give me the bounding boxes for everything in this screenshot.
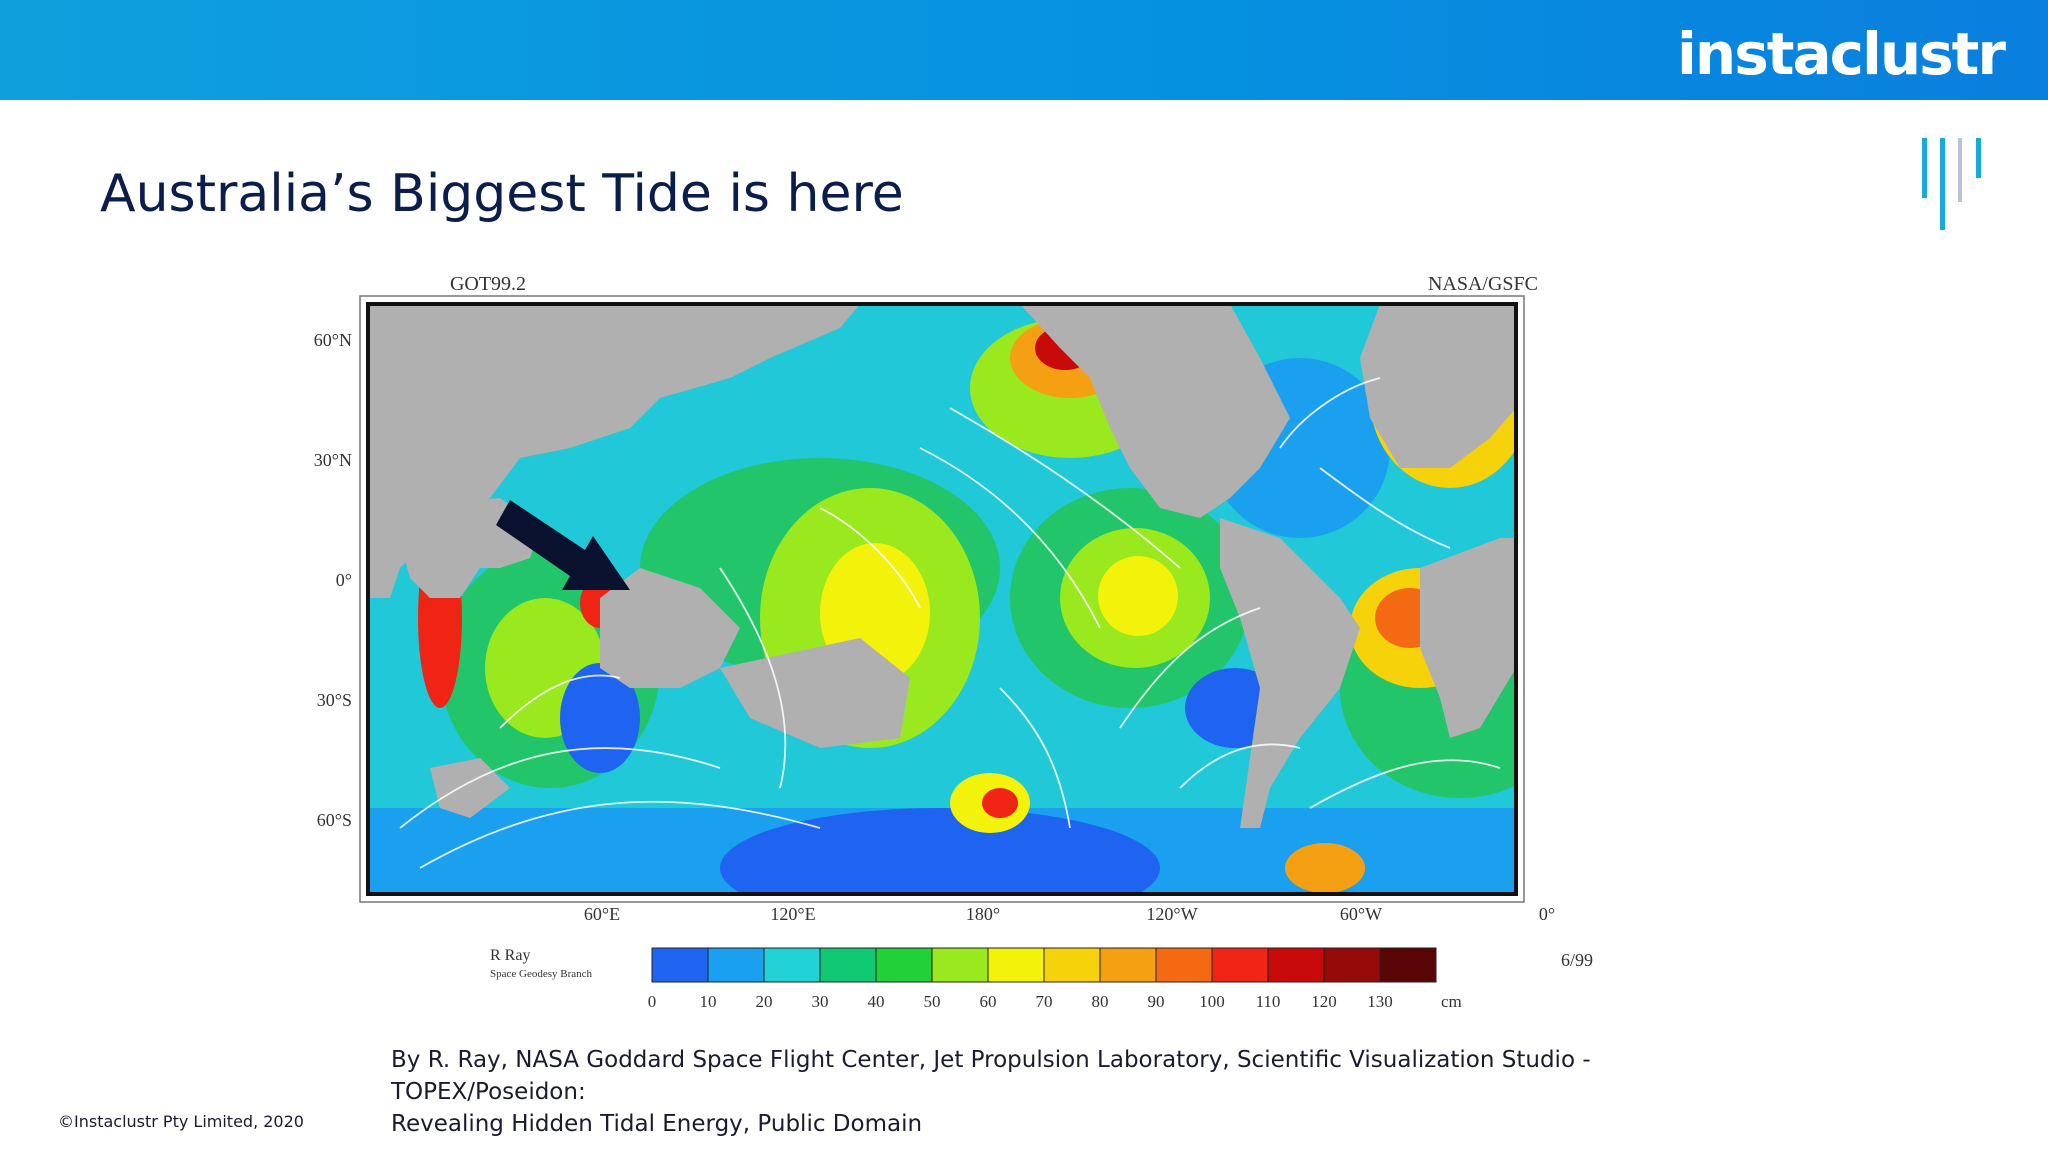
- legend-tick-label: 20: [756, 992, 773, 1008]
- legend-tick-label: 40: [868, 992, 885, 1008]
- legend-tick-label: 120: [1311, 992, 1337, 1008]
- legend-swatch: [931, 947, 989, 983]
- copyright-footer: ©Instaclustr Pty Limited, 2020: [58, 1112, 304, 1131]
- legend-tick-label: 0: [648, 992, 657, 1008]
- author-dept-label: Space Geodesy Branch: [490, 968, 593, 980]
- legend-swatch: [1043, 947, 1101, 983]
- caption-line: Revealing Hidden Tidal Energy, Public Do…: [391, 1111, 923, 1137]
- legend-unit-label: cm: [1441, 992, 1462, 1008]
- lon-label: 0°: [1539, 904, 1555, 924]
- legend-swatch: [1211, 947, 1269, 983]
- legend-tick-label: 50: [924, 992, 941, 1008]
- legend-swatch: [1323, 947, 1381, 983]
- lat-label: 60°S: [317, 810, 352, 830]
- lon-label: 180°: [966, 904, 1000, 924]
- legend-swatch: [763, 947, 821, 983]
- legend-swatch: [1267, 947, 1325, 983]
- legend-swatch: [1155, 947, 1213, 983]
- header-bar: instaclustr: [0, 0, 2048, 100]
- lat-label: 30°S: [317, 690, 352, 710]
- legend-swatch: [987, 947, 1045, 983]
- lat-label: 30°N: [314, 450, 352, 470]
- legend-tick-label: 70: [1036, 992, 1053, 1008]
- caption-line: By R. Ray, NASA Goddard Space Flight Cen…: [391, 1047, 1591, 1105]
- lon-label: 120°W: [1146, 904, 1197, 924]
- legend-swatch: [1099, 947, 1157, 983]
- legend-tick-label: 60: [980, 992, 997, 1008]
- date-label: 6/99: [1561, 950, 1593, 970]
- lon-label: 60°W: [1340, 904, 1382, 924]
- legend-tick-label: 30: [812, 992, 829, 1008]
- legend-tick-label: 90: [1148, 992, 1165, 1008]
- legend-swatch: [819, 947, 877, 983]
- brand-lines-icon: [1922, 138, 1981, 230]
- legend-tick-label: 110: [1256, 992, 1281, 1008]
- lon-label: 120°E: [770, 904, 815, 924]
- lat-label: 60°N: [314, 330, 352, 350]
- legend-swatch: [1379, 947, 1437, 983]
- source-label: NASA/GSFC: [1428, 273, 1538, 295]
- legend-tick-label: 100: [1199, 992, 1225, 1008]
- legend-tick-label: 10: [700, 992, 717, 1008]
- color-legend: 0 10 20 30 40 50 60 70 80 90 100 110 120 130 cm: [648, 947, 1462, 1008]
- lon-label: 60°E: [584, 904, 620, 924]
- map-field: [368, 304, 1516, 894]
- legend-tick-label: 130: [1367, 992, 1393, 1008]
- slide-title: Australia’s Biggest Tide is here: [100, 164, 904, 224]
- instaclustr-logo: instaclustr: [1677, 20, 2006, 88]
- tide-map: GOT99.2 NASA/GSFC 60°N 30°N 0° 30°S 60°S…: [314, 273, 1593, 1008]
- image-caption: By R. Ray, NASA Goddard Space Flight Cen…: [391, 1044, 1721, 1140]
- legend-swatch: [651, 947, 709, 983]
- legend-swatch: [875, 947, 933, 983]
- legend-tick-label: 80: [1092, 992, 1109, 1008]
- lat-label: 0°: [336, 570, 352, 590]
- legend-swatch: [707, 947, 765, 983]
- author-label: R Ray: [490, 947, 530, 964]
- model-label: GOT99.2: [450, 273, 526, 295]
